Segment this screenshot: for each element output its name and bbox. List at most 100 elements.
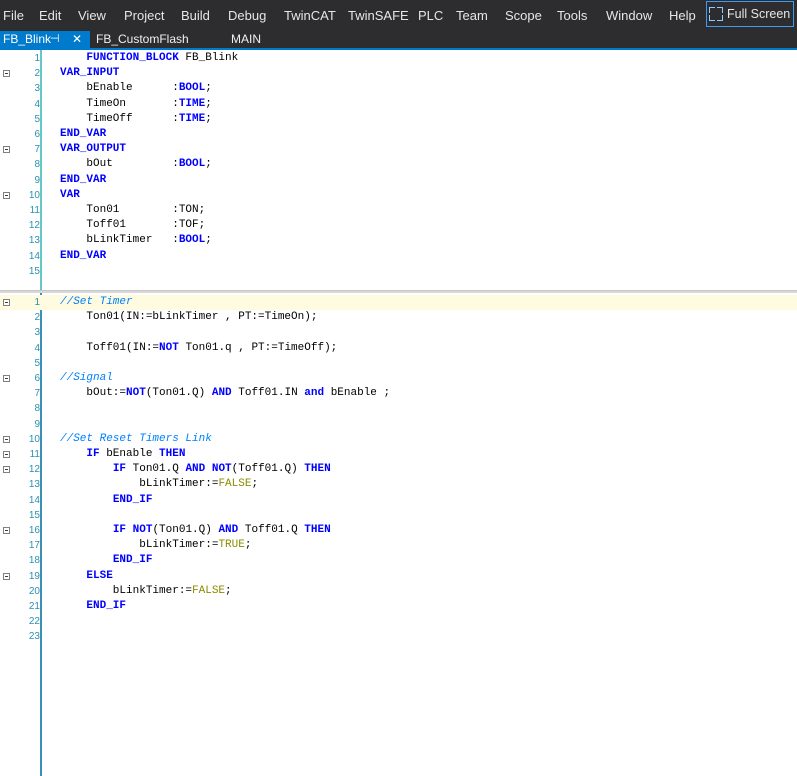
code-line[interactable]: 15 [0, 264, 797, 279]
line-number: 13 [28, 479, 40, 491]
code-line[interactable]: 13 bLinkTimer:=FALSE; [0, 477, 797, 492]
code-line[interactable]: 16 IF NOT(Ton01.Q) AND Toff01.Q THEN [0, 523, 797, 538]
line-number: 3 [34, 83, 40, 95]
code-token: TimeOff : [60, 112, 179, 125]
close-icon[interactable]: ✕ [72, 31, 82, 48]
code-line[interactable]: 21 END_IF [0, 599, 797, 614]
code-line[interactable]: 1 FUNCTION_BLOCK FB_Blink [0, 51, 797, 66]
code-text: VAR_INPUT [60, 66, 119, 81]
menu-debug[interactable]: Debug [228, 0, 266, 31]
code-line[interactable]: 10 //Set Reset Timers Link [0, 432, 797, 447]
code-text: Toff01 :TOF; [60, 218, 205, 233]
fold-toggle-icon[interactable] [3, 70, 10, 78]
fold-toggle-icon[interactable] [3, 451, 10, 458]
code-line[interactable]: 4 TimeOn :TIME; [0, 97, 797, 112]
keyword-token: VAR_INPUT [60, 67, 120, 80]
code-line[interactable]: 2 VAR_INPUT [0, 66, 797, 81]
code-line[interactable]: 14 END_IF [0, 493, 797, 508]
code-line[interactable]: 14 END_VAR [0, 249, 797, 264]
menu-file[interactable]: File [3, 0, 24, 31]
code-line[interactable]: 12 IF Ton01.Q AND NOT(Toff01.Q) THEN [0, 462, 797, 477]
menu-tools[interactable]: Tools [557, 0, 587, 31]
code-token: bEnable [99, 448, 160, 460]
menu-window[interactable]: Window [606, 0, 652, 31]
line-number: 19 [28, 570, 40, 582]
fold-toggle-icon[interactable] [3, 435, 10, 443]
code-text: VAR [60, 188, 80, 203]
code-text: bOut:=NOT(Ton01.Q) AND Toff01.IN and bEn… [60, 386, 390, 401]
line-number: 6 [34, 129, 40, 140]
fold-toggle-icon[interactable] [3, 375, 10, 382]
tab-fb-blink[interactable]: FB_Blink ⊣ ✕ [0, 31, 90, 48]
menu-twincat[interactable]: TwinCAT [284, 0, 336, 31]
code-token: Toff01.IN [231, 387, 305, 400]
code-line[interactable]: 15 [0, 508, 797, 523]
code-text: FUNCTION_BLOCK FB_Blink [60, 51, 238, 66]
code-token: Toff01(IN:= [60, 341, 160, 354]
code-token: ; [205, 234, 212, 247]
menu-scope[interactable]: Scope [505, 0, 542, 31]
fold-toggle-icon[interactable] [3, 299, 10, 306]
code-line[interactable]: 9 [0, 417, 797, 432]
line-number: 4 [34, 98, 40, 110]
keyword-token: END_VAR [60, 173, 107, 186]
code-line[interactable]: 22 [0, 614, 797, 629]
menu-build[interactable]: Build [181, 0, 210, 31]
tab-fb-customflash[interactable]: FB_CustomFlash [96, 31, 189, 48]
code-line[interactable]: 3 [0, 325, 797, 340]
code-line[interactable]: 5 [0, 356, 797, 371]
code-line[interactable]: 4 Toff01(IN:=NOT Ton01.q , PT:=TimeOff); [0, 341, 797, 356]
line-number: 7 [34, 144, 40, 156]
code-line[interactable]: 12 Toff01 :TOF; [0, 218, 797, 233]
code-line[interactable]: 7 bOut:=NOT(Ton01.Q) AND Toff01.IN and b… [0, 386, 797, 401]
code-line[interactable]: 1 //Set Timer [0, 295, 797, 310]
menu-team[interactable]: Team [456, 0, 488, 31]
fold-toggle-icon[interactable] [3, 466, 10, 474]
code-line[interactable]: 23 [0, 629, 797, 644]
code-line[interactable]: 13 bLinkTimer :BOOL; [0, 233, 797, 248]
code-line[interactable]: 2 Ton01(IN:=bLinkTimer , PT:=TimeOn); [0, 310, 797, 325]
menu-edit[interactable]: Edit [39, 0, 61, 31]
code-line[interactable]: 18 END_IF [0, 553, 797, 568]
code-line[interactable]: 3 bEnable :BOOL; [0, 81, 797, 96]
keyword-token: END_IF [112, 493, 153, 506]
menu-help[interactable]: Help [669, 0, 696, 31]
fold-toggle-icon[interactable] [3, 191, 10, 199]
line-number: 5 [34, 357, 40, 369]
declaration-editor[interactable]: 1 FUNCTION_BLOCK FB_Blink 2 VAR_INPUT 3 bEn… [0, 50, 797, 290]
menu-view[interactable]: View [78, 0, 106, 31]
code-line[interactable]: 11 IF bEnable THEN [0, 447, 797, 462]
code-line[interactable]: 10 VAR [0, 188, 797, 203]
code-line[interactable]: 11 Ton01 :TON; [0, 203, 797, 218]
pin-icon[interactable]: ⊣ [50, 31, 60, 48]
code-token: bOut : [60, 158, 179, 171]
implementation-editor[interactable]: 1 //Set Timer 2 Ton01(IN:=bLinkTimer , PT:… [0, 293, 797, 776]
code-token: ; [205, 158, 212, 171]
fold-toggle-icon[interactable] [3, 146, 10, 154]
code-line[interactable]: 5 TimeOff :TIME; [0, 112, 797, 127]
keyword-token: NOT [211, 463, 232, 476]
code-line[interactable]: 6 END_VAR [0, 127, 797, 142]
fold-toggle-icon[interactable] [3, 572, 10, 580]
line-number: 1 [34, 297, 40, 308]
code-text: IF NOT(Ton01.Q) AND Toff01.Q THEN [60, 523, 331, 538]
code-text: Ton01 :TON; [60, 203, 205, 218]
code-line[interactable]: 8 bOut :BOOL; [0, 157, 797, 172]
fold-toggle-icon[interactable] [3, 527, 10, 534]
tab-main[interactable]: MAIN [231, 31, 261, 48]
code-line[interactable]: 9 END_VAR [0, 173, 797, 188]
menu-twinsafe[interactable]: TwinSAFE [348, 0, 409, 31]
code-line[interactable]: 20 bLinkTimer:=FALSE; [0, 584, 797, 599]
code-line[interactable]: 8 [0, 401, 797, 416]
line-number: 17 [28, 540, 40, 552]
code-token: ; [244, 539, 252, 552]
code-line[interactable]: 17 bLinkTimer:=TRUE; [0, 538, 797, 553]
code-line[interactable]: 6 //Signal [0, 371, 797, 386]
menu-plc[interactable]: PLC [418, 0, 443, 31]
code-line[interactable]: 19 ELSE [0, 569, 797, 584]
full-screen-button[interactable]: Full Screen [706, 1, 794, 27]
code-line[interactable]: 7 VAR_OUTPUT [0, 142, 797, 157]
menu-project[interactable]: Project [124, 0, 164, 31]
